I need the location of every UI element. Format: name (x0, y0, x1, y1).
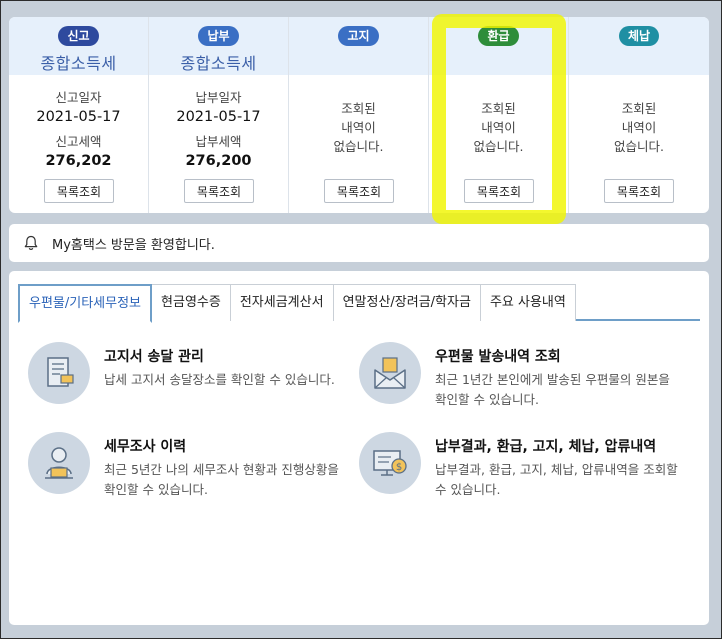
list-query-button-notice[interactable]: 목록조회 (324, 179, 394, 203)
envelope-icon (359, 342, 421, 404)
service-title: 납부결과, 환급, 고지, 체납, 압류내역 (435, 439, 657, 455)
summary-col-refund: 환급 조회된 내역이 없습니다. 목록조회 (429, 17, 569, 213)
empty-line: 내역이 (341, 120, 376, 135)
service-desc: 납부결과, 환급, 고지, 체납, 압류내역을 조회할 수 있습니다. (435, 462, 678, 497)
service-payment-results[interactable]: $ 납부결과, 환급, 고지, 체납, 압류내역 납부결과, 환급, 고지, 체… (359, 432, 679, 502)
service-title: 세무조사 이력 (104, 439, 187, 455)
summary-col-notice: 고지 조회된 내역이 없습니다. 목록조회 (289, 17, 429, 213)
summary-col-header: 고지 (289, 17, 428, 75)
tax-type-title: 종합소득세 (180, 54, 257, 73)
service-desc: 최근 1년간 본인에게 발송된 우편물의 원본을 확인할 수 있습니다. (435, 372, 670, 407)
service-desc: 최근 5년간 나의 세무조사 현황과 진행상황을 확인할 수 있습니다. (104, 462, 339, 497)
date-label: 납부일자 (195, 90, 242, 105)
tab-mail-tax-info[interactable]: 우편물/기타세무정보 (18, 284, 153, 323)
bell-icon (24, 235, 38, 250)
empty-line: 조회된 (481, 101, 516, 116)
tab-usage-history[interactable]: 주요 사용내역 (479, 284, 576, 321)
tax-summary-card: 신고 종합소득세 신고일자 2021-05-17 신고세액 276,202 목록… (9, 17, 709, 213)
monitor-coin-icon: $ (359, 432, 421, 494)
tab-e-tax-invoice[interactable]: 전자세금계산서 (229, 284, 334, 321)
amount-label: 납부세액 (195, 134, 242, 149)
summary-col-arrears: 체납 조회된 내역이 없습니다. 목록조회 (569, 17, 709, 213)
date-label: 신고일자 (55, 90, 102, 105)
empty-message: 조회된 내역이 없습니다. (429, 89, 568, 156)
status-badge-arrears: 체납 (618, 26, 660, 46)
empty-line: 내역이 (481, 120, 516, 135)
list-query-button-payment[interactable]: 목록조회 (184, 179, 254, 203)
status-badge-notice: 고지 (338, 26, 379, 46)
list-query-button-refund[interactable]: 목록조회 (464, 179, 534, 203)
empty-line: 내역이 (621, 120, 657, 135)
list-query-button-report[interactable]: 목록조회 (44, 179, 114, 203)
tax-type-title: 종합소득세 (40, 54, 117, 73)
tab-year-end-settlement[interactable]: 연말정산/장려금/학자금 (332, 284, 481, 321)
document-icon (28, 342, 90, 404)
service-notice-delivery[interactable]: 고지서 송달 관리 납세 고지서 송달장소를 확인할 수 있습니다. (28, 342, 348, 412)
summary-col-payment: 납부 종합소득세 납부일자 2021-05-17 납부세액 276,200 목록… (149, 17, 289, 213)
empty-line: 없습니다. (333, 139, 384, 154)
info-panel: 우편물/기타세무정보 현금영수증 전자세금계산서 연말정산/장려금/학자금 주요… (9, 271, 709, 625)
empty-line: 없습니다. (473, 139, 524, 154)
summary-col-header: 체납 (569, 17, 709, 75)
summary-col-header: 환급 (429, 17, 568, 75)
status-badge-report: 신고 (58, 26, 99, 46)
service-mail-history[interactable]: 우편물 발송내역 조회 최근 1년간 본인에게 발송된 우편물의 원본을 확인할… (359, 342, 679, 412)
service-title: 우편물 발송내역 조회 (435, 349, 561, 365)
empty-message: 조회된 내역이 없습니다. (569, 89, 709, 156)
list-query-button-arrears[interactable]: 목록조회 (604, 179, 674, 203)
empty-line: 없습니다. (614, 139, 664, 154)
amount-value: 276,200 (185, 153, 252, 169)
empty-message: 조회된 내역이 없습니다. (289, 89, 428, 156)
amount-value: 276,202 (45, 153, 112, 169)
service-desc: 납세 고지서 송달장소를 확인할 수 있습니다. (104, 372, 335, 387)
amount-label: 신고세액 (55, 134, 102, 149)
status-badge-payment: 납부 (198, 26, 239, 46)
date-value: 2021-05-17 (36, 109, 121, 125)
date-value: 2021-05-17 (176, 109, 261, 125)
notice-bar: My홈택스 방문을 환영합니다. (9, 224, 709, 262)
service-title: 고지서 송달 관리 (104, 349, 204, 365)
tab-bar: 우편물/기타세무정보 현금영수증 전자세금계산서 연말정산/장려금/학자금 주요… (18, 284, 700, 323)
tab-cash-receipt[interactable]: 현금영수증 (151, 284, 231, 321)
service-tax-audit-history[interactable]: 세무조사 이력 최근 5년간 나의 세무조사 현황과 진행상황을 확인할 수 있… (28, 432, 348, 502)
welcome-message: My홈택스 방문을 환영합니다. (52, 237, 215, 253)
empty-line: 조회된 (341, 101, 376, 116)
summary-col-header: 납부 종합소득세 (149, 17, 288, 75)
empty-line: 조회된 (621, 101, 657, 116)
summary-col-report: 신고 종합소득세 신고일자 2021-05-17 신고세액 276,202 목록… (9, 17, 149, 213)
status-badge-refund: 환급 (478, 26, 519, 46)
person-laptop-icon (28, 432, 90, 494)
summary-col-header: 신고 종합소득세 (9, 17, 148, 75)
svg-text:$: $ (396, 462, 402, 473)
